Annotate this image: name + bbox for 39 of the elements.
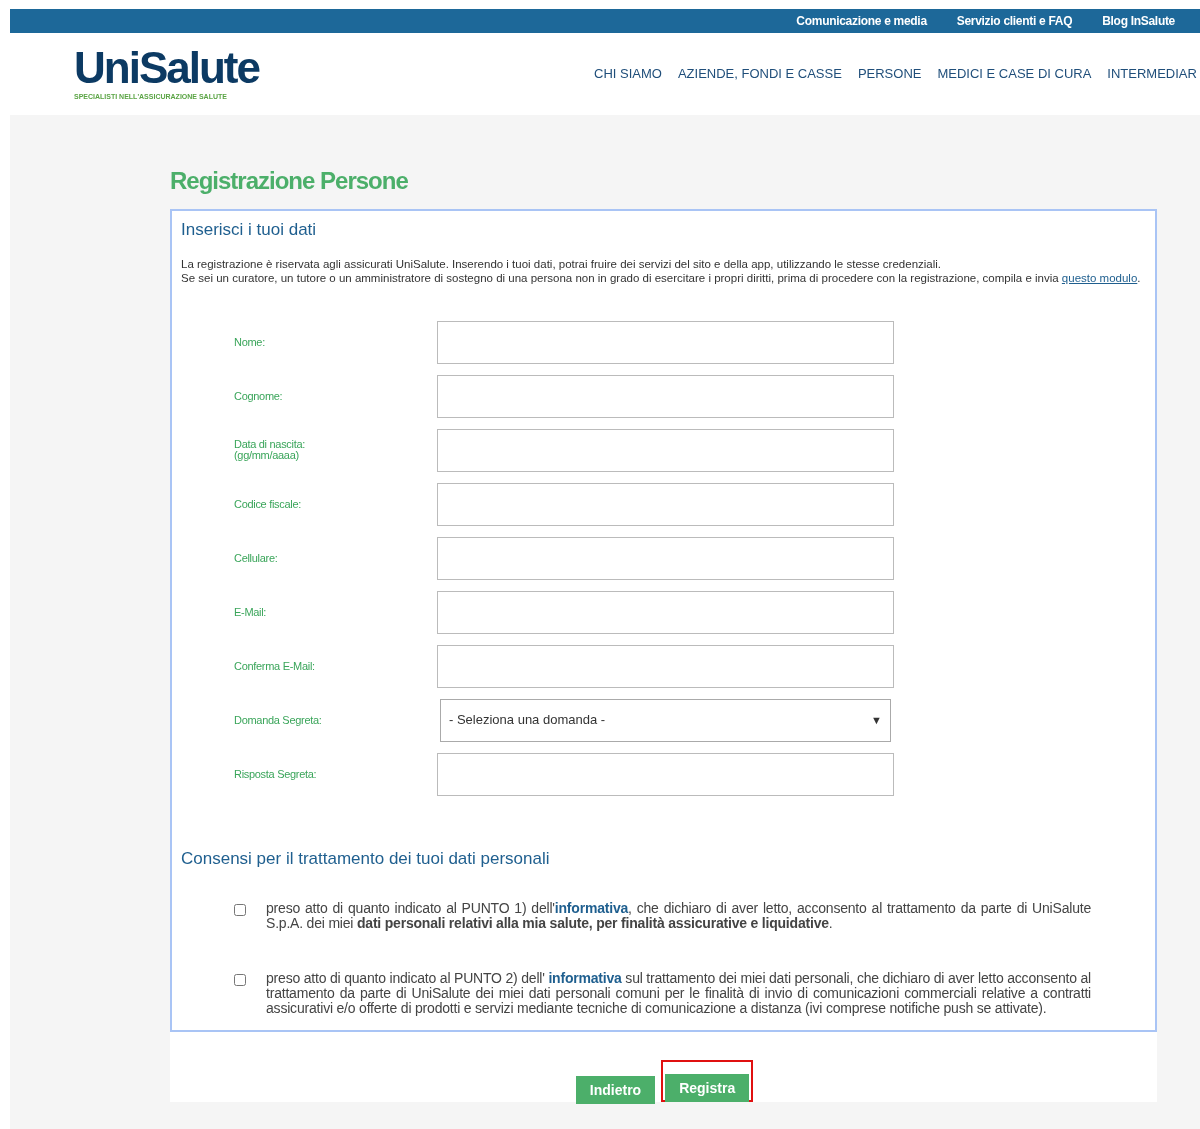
field-label: Data di nascita: [234,439,307,450]
field-label: Conferma E-Mail: [234,660,316,672]
field-label: Cognome: [234,390,284,402]
nav-link[interactable]: CHI SIAMO [594,64,662,84]
section-title: Consensi per il trattamento dei tuoi dati personali [181,847,551,870]
nav-link[interactable]: PERSONE [857,64,922,84]
informativa-link[interactable]: informativa [548,970,622,986]
field-label: Risposta Segreta: [234,768,318,780]
input-field[interactable] [437,482,894,526]
consent-text: preso atto di quanto indicato al PUNTO 2) dell' informativa sul trattamento dei miei dati personali, che dichiaro di aver letto acconsento al trattamento da parte di UniSalute dei miei dati personali comuni per le finalità di invio di comunicazioni commerciali relative a contratti assicurativi e/o offerte di prodotti e servizi mediante tecniche di comunicazione a distanza (ivi comprese notifiche push se attivate). [266,971,1091,1016]
field-label: Codice fiscale: [234,498,303,510]
input-field[interactable] [437,320,894,364]
dropdown-arrow-icon: ▼ [871,711,882,729]
intro-text: Se sei un curatore, un tutore o un amministratore di sostegno di una persona non in grado di esercitare i propri diritti, prima di procedere con la registrazione, compila e invia questo modulo. [181,270,1142,285]
top-link[interactable]: Blog InSalute [1102,12,1175,30]
top-link[interactable]: Comunicazione e media [796,12,927,30]
field-label: Nome: [234,336,266,348]
field-label: Cellulare: [234,552,279,564]
nav-link[interactable]: INTERMEDIAR [1107,64,1197,84]
intro-text: La registrazione è riservata agli assicurati UniSalute. Inserendo i tuoi dati, potrai fruire dei servizi del sito e della app, utilizzando le stesse credenziali. [181,256,943,271]
input-field[interactable] [437,752,894,796]
section-title: Inserisci i tuoi dati [181,219,318,241]
checkbox[interactable] [234,974,246,986]
consent-text: preso atto di quanto indicato al PUNTO 1) dell'informativa, che dichiaro di aver letto, acconsento al trattamento da parte di UniSalute S.p.A. dei miei dati personali relativi alla mia salute, per finalità assicurative e liquidative. [266,901,1091,931]
input-field[interactable] [437,536,894,580]
field-label: Domanda Segreta: [234,714,323,726]
input-field[interactable] [437,644,894,688]
input-field[interactable] [437,590,894,634]
nav-link[interactable]: AZIENDE, FONDI E CASSE [677,64,842,84]
page-title: Registrazione Persone [170,166,409,196]
logo[interactable]: UniSalute [74,45,264,90]
select-field[interactable]: - Seleziona una domanda - ▼ [440,698,891,742]
nav-link[interactable]: MEDICI E CASE DI CURA [937,64,1092,84]
input-field[interactable] [437,428,894,472]
checkbox[interactable] [234,904,246,916]
field-label: E-Mail: [234,606,268,618]
top-link[interactable]: Servizio clienti e FAQ [956,12,1073,30]
input-field[interactable] [437,374,894,418]
field-hint: (gg/mm/aaaa) [234,450,300,461]
